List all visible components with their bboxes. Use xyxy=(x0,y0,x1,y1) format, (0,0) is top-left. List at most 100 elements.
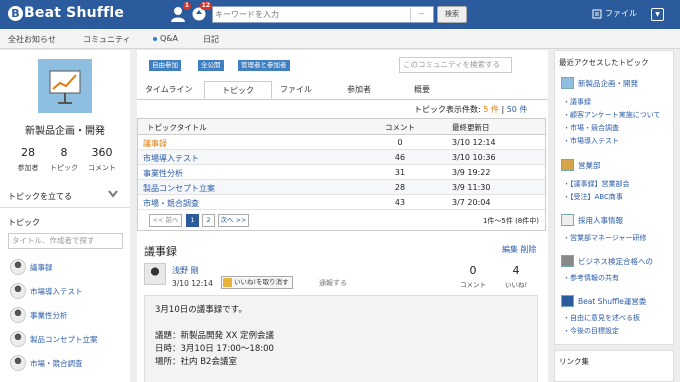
avatar xyxy=(10,283,26,299)
tab-topic[interactable]: トピック xyxy=(204,81,272,99)
account-dropdown-button[interactable]: ▼ xyxy=(651,8,664,21)
search-scope-value: -- xyxy=(418,10,425,18)
sidebar-topic-item[interactable]: 事業性分析 xyxy=(10,306,68,324)
community-search-input[interactable]: このコミュニティを検索する xyxy=(399,57,512,73)
recent-group-title[interactable]: 営業部 xyxy=(561,159,601,171)
community-image[interactable] xyxy=(38,59,92,113)
community-thumb-icon xyxy=(561,77,574,89)
chevron-down-icon[interactable] xyxy=(108,190,118,201)
recent-topic-link[interactable]: ・議事録 xyxy=(563,97,673,107)
recent-topic-link[interactable]: ・顧客アンケート実施について xyxy=(563,110,673,120)
stat-comments-label: コメント xyxy=(88,164,116,172)
topic-title-link[interactable]: 事業性分析 xyxy=(143,168,183,179)
pager-page-1[interactable]: 1 xyxy=(186,214,199,227)
tab-members[interactable]: 参加者 xyxy=(347,81,371,99)
community-thumb-icon xyxy=(561,255,574,267)
table-row: 事業性分析 31 3/9 19:22 xyxy=(138,165,545,180)
recent-topic-link[interactable]: ・自由に意見を述べる板 xyxy=(563,313,673,323)
recent-group-label: 新製品企画・開発 xyxy=(578,78,638,88)
sidebar-topic-label: 議事録 xyxy=(30,262,53,272)
recent-group-label: Beat Shuffle運営委 xyxy=(578,296,647,306)
count-option-5[interactable]: 5 件 xyxy=(483,105,499,114)
avatar[interactable] xyxy=(144,263,166,285)
edit-post-link[interactable]: 編集 xyxy=(502,245,518,254)
logo[interactable]: B Beat Shuffle xyxy=(8,5,124,21)
links-panel: リンク集 xyxy=(554,350,674,382)
sidebar-topic-item[interactable]: 製品コンセプト立案 xyxy=(10,330,98,348)
recent-topic-label: 【受注】ABC商事 xyxy=(570,193,623,201)
table-row: 議事録 0 3/10 12:14 xyxy=(138,135,545,150)
file-icon xyxy=(592,9,602,18)
friend-request-icon[interactable]: 1 xyxy=(170,2,191,23)
sidebar-topic-label: 事業性分析 xyxy=(30,310,68,320)
sidebar-topic-item[interactable]: 市場導入テスト xyxy=(10,282,83,300)
count-option-50[interactable]: 50 件 xyxy=(507,105,528,114)
recent-topic-link[interactable]: ・市場・競合調査 xyxy=(563,123,673,133)
recent-group-title[interactable]: ビジネス検定合格への xyxy=(561,255,653,267)
topic-updated: 3/10 12:14 xyxy=(452,138,496,147)
recent-group-title[interactable]: 新製品企画・開発 xyxy=(561,77,638,89)
recent-group-title[interactable]: 採用人事情報 xyxy=(561,214,623,226)
topic-count-label: トピック表示件数: xyxy=(414,105,481,114)
notification-badge: 12 xyxy=(199,2,212,10)
main-nav: 全社お知らせ コミュニティ Q&A 日記 xyxy=(0,29,680,49)
delete-post-link[interactable]: 削除 xyxy=(521,245,537,254)
recent-topic-link[interactable]: ・【受注】ABC商事 xyxy=(563,192,673,202)
pager-next-button[interactable]: 次へ >> xyxy=(218,214,249,227)
sidebar-topic-item[interactable]: 市場・競合調査 xyxy=(10,354,83,372)
topic-search-input[interactable]: タイトル、作成者で探す xyxy=(8,233,123,249)
recent-topic-label: 今後の目標設定 xyxy=(570,327,619,335)
recent-topic-label: 市場導入テスト xyxy=(570,137,619,145)
avatar xyxy=(10,355,26,371)
nav-qa[interactable]: Q&A xyxy=(153,34,178,43)
tag-admin-members: 管理者と参加者 xyxy=(238,60,290,71)
sidebar-topic-label: 市場導入テスト xyxy=(30,286,83,296)
unlike-button[interactable]: いいね!を取り消す xyxy=(221,276,293,289)
topic-comment-count: 31 xyxy=(394,168,406,177)
sidebar-topic-item[interactable]: 議事録 xyxy=(10,258,53,276)
topic-updated: 3/10 10:36 xyxy=(452,153,496,162)
community-thumb-icon xyxy=(561,159,574,171)
recent-topic-label: 参考情報の共有 xyxy=(570,274,619,282)
recent-topic-label: 市場・競合調査 xyxy=(570,124,619,132)
pager-prev-button[interactable]: << 前へ xyxy=(149,214,182,227)
community-thumb-icon xyxy=(561,214,574,226)
community-name: 新製品企画・開発 xyxy=(25,126,105,137)
topic-comment-count: 43 xyxy=(394,198,406,207)
recent-topic-link[interactable]: ・参考情報の共有 xyxy=(563,273,673,283)
pager-page-2[interactable]: 2 xyxy=(202,214,215,227)
topic-title-link[interactable]: 市場・競合調査 xyxy=(143,198,199,209)
post-author-link[interactable]: 浅野 剛 xyxy=(172,265,199,276)
post-comment-count: 0 xyxy=(469,264,477,277)
post-like-label: いいね! xyxy=(504,281,528,289)
topic-title-link[interactable]: 市場導入テスト xyxy=(143,153,199,164)
nav-community[interactable]: コミュニティ xyxy=(83,34,131,45)
topic-title-link[interactable]: 議事録 xyxy=(143,138,167,149)
report-link[interactable]: 通報する xyxy=(319,278,347,288)
topic-title-link[interactable]: 製品コンセプト立案 xyxy=(143,183,215,194)
topic-updated: 3/9 19:22 xyxy=(452,168,491,177)
file-menu[interactable]: ファイル xyxy=(592,8,637,19)
pager-range: 1件〜5件 (8件中) xyxy=(482,217,539,225)
nav-announcements[interactable]: 全社お知らせ xyxy=(8,34,56,45)
recent-group-title[interactable]: Beat Shuffle運営委 xyxy=(561,295,646,307)
recent-topic-link[interactable]: ・営業部マネージャー研修 xyxy=(563,233,673,243)
sidebar-topic-label: 製品コンセプト立案 xyxy=(30,334,98,344)
right-sidebar: 最近アクセスしたトピック 新製品企画・開発 ・議事録 ・顧客アンケート実施につい… xyxy=(554,50,674,382)
recent-topic-link[interactable]: ・今後の目標設定 xyxy=(563,326,673,336)
search-scope-dropdown[interactable]: -- xyxy=(410,8,432,21)
tab-files[interactable]: ファイル xyxy=(280,81,312,99)
topic-comment-count: 28 xyxy=(394,183,406,192)
tab-timeline[interactable]: タイムライン xyxy=(145,81,192,99)
search-button[interactable]: 検索 xyxy=(437,6,467,23)
recent-topic-link[interactable]: ・市場導入テスト xyxy=(563,136,673,146)
global-search: -- xyxy=(212,6,434,23)
tab-overview[interactable]: 概要 xyxy=(414,81,430,99)
notification-icon[interactable]: 12 xyxy=(191,2,212,23)
start-topic-link[interactable]: トピックを立てる xyxy=(8,191,72,202)
search-input[interactable] xyxy=(215,8,409,21)
recent-topic-link[interactable]: ・【議事録】営業部会 xyxy=(563,179,673,189)
table-header: トピックタイトル コメント 最終更新日 xyxy=(138,119,545,135)
post-body-line: 日時：3月10日 17:00～18:00 xyxy=(155,344,274,354)
nav-diary[interactable]: 日記 xyxy=(203,34,219,45)
